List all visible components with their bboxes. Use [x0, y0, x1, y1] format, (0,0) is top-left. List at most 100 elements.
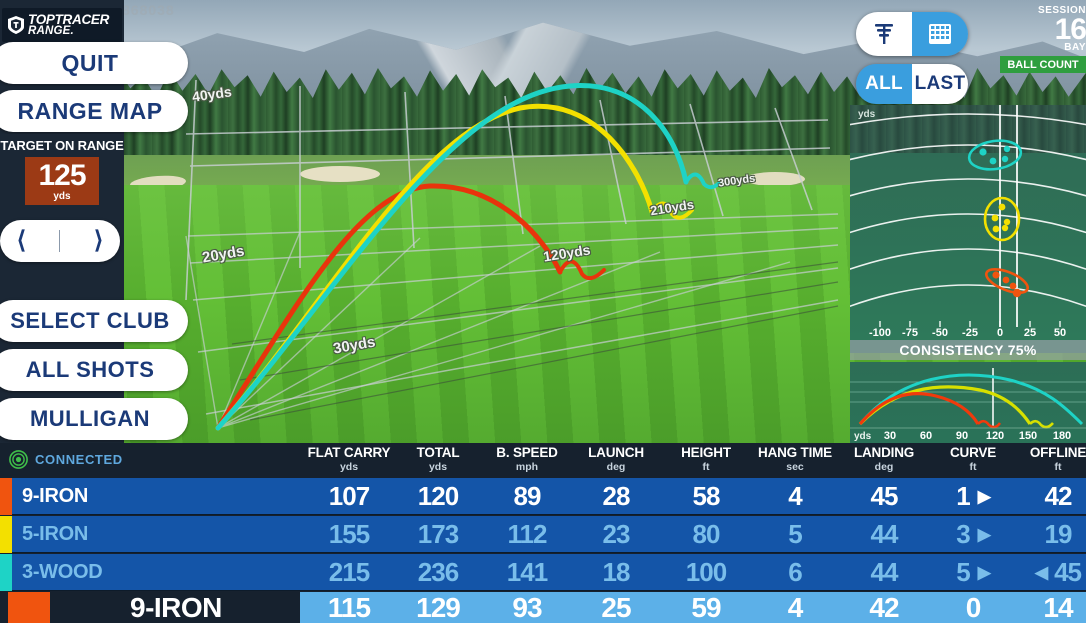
curve-direction-arrow-icon: ▶	[977, 525, 991, 544]
column-header-unit: sec	[786, 460, 804, 473]
trajectory-tick-label: 120	[985, 430, 1005, 442]
row-club-name: 9-IRON	[130, 592, 222, 623]
target-distance-unit: yds	[53, 190, 71, 202]
row-cell-flat-carry: 115	[327, 592, 371, 623]
offline-value: 42	[1044, 481, 1073, 511]
row-color-tag	[8, 592, 50, 623]
column-header-unit: yds	[339, 460, 359, 473]
row-cell-offline: 19	[1044, 516, 1073, 553]
all-shots-button[interactable]: ALL SHOTS	[0, 349, 188, 391]
logo-line-2: RANGE.	[28, 25, 74, 37]
toggle-last-shot[interactable]: LAST	[912, 64, 968, 104]
prev-target-arrow-icon[interactable]: ⟨	[17, 229, 26, 253]
row-cell-ball-speed: 93	[512, 592, 542, 623]
column-header: FLAT CARRY yds	[308, 446, 391, 472]
row-club-name: 9-IRON	[22, 485, 88, 507]
row-cell-hang-time: 4	[788, 481, 803, 511]
row-club-name: 5-IRON	[22, 523, 88, 545]
column-header-name: HANG TIME	[758, 445, 832, 460]
dispersion-tick-label: 0	[996, 327, 1004, 339]
column-header-unit: ft	[969, 460, 977, 473]
trajectory-tick-label: 60	[919, 430, 933, 442]
row-cell-ball-speed: 112	[507, 519, 548, 549]
column-header-name: LAUNCH	[588, 445, 644, 460]
row-cell-landing: 44	[870, 519, 899, 549]
shots-filter-toggle[interactable]: ALL LAST	[856, 64, 968, 104]
row-cell-curve: 3 ▶	[956, 516, 991, 553]
row-cell-curve: 1 ▶	[956, 478, 991, 515]
table-row[interactable]: 5-IRON 155 173 112 23 80 5 44 3 ▶ 19	[0, 516, 1086, 553]
grid-view-icon	[929, 24, 951, 44]
row-cell-total: 129	[416, 592, 461, 623]
toggle-last-label: LAST	[914, 73, 966, 94]
dispersion-unit-label: yds	[858, 109, 876, 120]
column-header: CURVE ft	[950, 446, 996, 472]
toggle-grid-view[interactable]	[912, 12, 968, 56]
column-header-name: OFFLINE	[1029, 445, 1086, 460]
row-cell-landing: 45	[870, 481, 899, 511]
row-cell-flat-carry: 215	[328, 557, 370, 587]
select-club-button[interactable]: SELECT CLUB	[0, 300, 188, 342]
trajectory-tick-label: 90	[955, 430, 969, 442]
dispersion-tick-label: -75	[902, 327, 918, 339]
trajectory-tick-label: 30	[883, 430, 897, 442]
column-header: B. SPEED mph	[496, 446, 558, 472]
target-on-range-title: TARGET ON RANGE	[0, 138, 124, 153]
curve-direction-arrow-icon: ▶	[977, 563, 991, 582]
row-cell-offline: ◀ 45	[1035, 554, 1082, 591]
toptracer-range-app: 868038 40yds 20yds 30yds 120yds 210yds 300yds…	[0, 0, 1086, 623]
row-color-tag	[0, 554, 12, 591]
column-header: OFFLINE ft	[1030, 446, 1086, 472]
row-cell-height: 59	[691, 592, 721, 623]
trajectory-profile-chart[interactable]: yds 30 60 90 120 150 180	[850, 362, 1086, 443]
consistency-bar: CONSISTENCY 75%	[850, 340, 1086, 360]
row-cell-total: 236	[417, 557, 459, 587]
dispersion-tick-label: -50	[932, 327, 948, 339]
row-cell-launch: 23	[602, 519, 631, 549]
dispersion-plot	[850, 105, 1086, 327]
table-row[interactable]: 9-IRON 115 129 93 25 59 4 42 0 14	[0, 592, 1086, 623]
column-header: TOTAL yds	[417, 446, 460, 472]
dispersion-tick-label: 50	[1053, 327, 1067, 339]
row-cell-landing: 42	[869, 592, 899, 623]
quit-button[interactable]: QUIT	[0, 42, 188, 84]
logo-line-1: TOPTRACER	[28, 11, 110, 27]
column-header-name: CURVE	[949, 445, 997, 460]
session-number: 16	[1054, 13, 1086, 46]
toggle-all-label: ALL	[865, 73, 903, 94]
row-club-name: 3-WOOD	[22, 561, 103, 583]
row-cell-height: 58	[692, 481, 721, 511]
curve-value: 3	[956, 519, 971, 549]
target-distance-box: 125 yds	[25, 157, 99, 205]
dispersion-tick-label: 25	[1023, 327, 1037, 339]
connection-status: CONNECTED	[9, 450, 123, 469]
view-mode-toggle[interactable]	[856, 12, 968, 56]
radar-icon	[9, 450, 28, 469]
column-header-unit: yds	[428, 460, 448, 473]
dispersion-chart[interactable]: yds -100 -75 -50 -25 0 25 50	[850, 105, 1086, 353]
row-cell-ball-speed: 141	[506, 557, 548, 587]
range-map-button[interactable]: RANGE MAP	[0, 90, 188, 132]
mulligan-button[interactable]: MULLIGAN	[0, 398, 188, 440]
toggle-target-view[interactable]	[856, 12, 912, 56]
column-header-unit: ft	[702, 460, 710, 473]
next-target-arrow-icon[interactable]: ⟩	[94, 229, 103, 253]
row-cell-ball-speed: 89	[513, 481, 542, 511]
curve-value: 5	[956, 557, 971, 587]
table-row[interactable]: 9-IRON 107 120 89 28 58 4 45 1 ▶ 42	[0, 478, 1086, 515]
row-cell-hang-time: 5	[788, 519, 803, 549]
column-header: LANDING deg	[854, 446, 914, 472]
row-cell-launch: 18	[602, 557, 631, 587]
column-header-name: TOTAL	[416, 445, 460, 460]
target-stepper[interactable]: ⟨ ⟩	[0, 220, 120, 262]
table-row[interactable]: 3-WOOD 215 236 141 18 100 6 44 5 ▶ ◀ 45	[0, 554, 1086, 591]
offline-value: 19	[1044, 519, 1073, 549]
toggle-all-shots[interactable]: ALL	[856, 64, 912, 104]
dispersion-tick-label: -25	[962, 327, 978, 339]
row-cell-landing: 44	[870, 557, 899, 587]
trajectory-unit-label: yds	[854, 431, 872, 442]
column-header: LAUNCH deg	[588, 446, 644, 472]
row-cell-total: 173	[417, 519, 459, 549]
stepper-divider	[59, 230, 61, 252]
curve-direction-arrow-icon: ▶	[977, 487, 991, 506]
